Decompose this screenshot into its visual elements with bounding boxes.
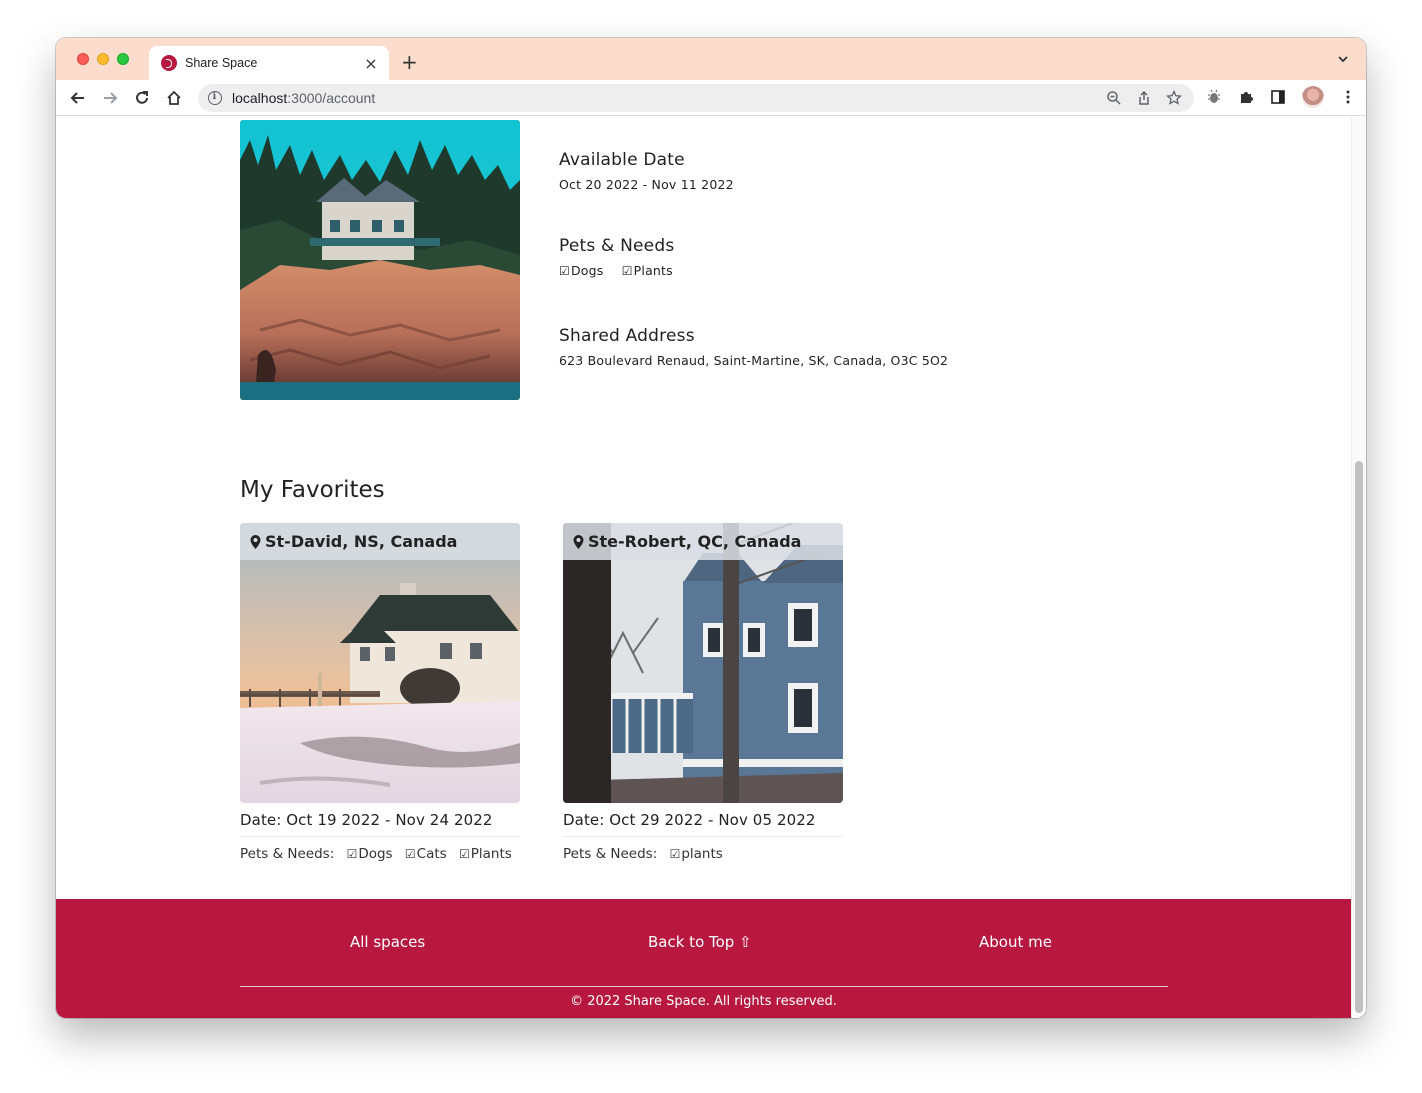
reload-button[interactable] xyxy=(130,86,154,110)
favorite-card[interactable]: St-David, NS, Canada Date: Oct 19 2022 -… xyxy=(240,523,520,862)
chevron-down-icon[interactable] xyxy=(1336,52,1350,66)
need-label: Cats xyxy=(416,846,447,862)
pets-needs-heading: Pets & Needs xyxy=(559,236,675,256)
copyright-text: © 2022 Share Space. All rights reserved. xyxy=(570,994,837,1009)
more-menu-icon[interactable] xyxy=(1340,89,1356,105)
location-label: Ste-Robert, QC, Canada xyxy=(588,532,802,551)
bug-extension-icon[interactable] xyxy=(1206,89,1222,105)
page-scrollbar[interactable] xyxy=(1351,117,1366,1018)
side-panel-icon[interactable] xyxy=(1270,89,1286,105)
browser-window: Share Space × + localhost:3000/account xyxy=(56,38,1366,1018)
site-info-icon[interactable] xyxy=(208,91,222,105)
footer-divider xyxy=(240,986,1168,987)
maximize-window-button[interactable] xyxy=(117,53,129,65)
tab-title: Share Space xyxy=(185,56,258,70)
need-label: Dogs xyxy=(358,846,393,862)
site-footer: All spaces Back to Top ⇧ About me © 2022… xyxy=(56,899,1351,1018)
address-bar[interactable]: localhost:3000/account xyxy=(198,84,1194,112)
back-button[interactable] xyxy=(66,86,90,110)
url-text[interactable]: localhost:3000/account xyxy=(232,90,1106,106)
needs-label: Pets & Needs: xyxy=(563,846,658,862)
share-icon[interactable] xyxy=(1136,90,1152,106)
tab-close-icon[interactable]: × xyxy=(361,54,381,73)
map-pin-icon xyxy=(573,534,584,549)
favorite-needs: Pets & Needs: ☑plants xyxy=(563,846,843,862)
available-date-heading: Available Date xyxy=(559,150,685,170)
need-tag-plants: ☑Plants xyxy=(459,846,512,862)
tab-bar: Share Space × + xyxy=(56,38,1366,80)
footer-link-back-to-top[interactable]: Back to Top ⇧ xyxy=(648,933,752,951)
need-label: plants xyxy=(681,846,723,862)
need-tag-cats: ☑Cats xyxy=(405,846,447,862)
favorite-photo[interactable]: St-David, NS, Canada xyxy=(240,523,520,803)
pets-needs-section: Pets & Needs ☑Dogs ☑Plants xyxy=(559,236,687,278)
check-circle-icon: ☑ xyxy=(621,264,633,278)
need-label: Plants xyxy=(470,846,512,862)
favicon-icon xyxy=(161,55,177,71)
new-tab-button[interactable]: + xyxy=(401,50,418,74)
listing-photo xyxy=(240,120,520,400)
favorite-needs: Pets & Needs: ☑Dogs ☑Cats ☑Plants xyxy=(240,846,520,862)
shared-address-value: 623 Boulevard Renaud, Saint-Martine, SK,… xyxy=(559,353,949,368)
favorite-card[interactable]: Ste-Robert, QC, Canada Date: Oct 29 2022… xyxy=(563,523,843,862)
scrollbar-thumb[interactable] xyxy=(1355,461,1363,1013)
footer-link-all-spaces[interactable]: All spaces xyxy=(350,933,425,951)
extensions-puzzle-icon[interactable] xyxy=(1238,89,1254,105)
winter-house-image xyxy=(240,523,520,803)
home-button[interactable] xyxy=(162,86,186,110)
footer-link-about-me[interactable]: About me xyxy=(979,933,1052,951)
check-circle-icon: ☑ xyxy=(458,847,470,861)
account-page: Available Date Oct 20 2022 - Nov 11 2022… xyxy=(56,117,1351,1018)
needs-label: Pets & Needs: xyxy=(240,846,335,862)
available-date-value: Oct 20 2022 - Nov 11 2022 xyxy=(559,177,734,192)
pet-label: Dogs xyxy=(570,263,604,278)
arrow-left-icon xyxy=(70,92,84,104)
url-path: :3000/account xyxy=(287,90,376,106)
island-house-image xyxy=(240,120,520,400)
pet-label: Plants xyxy=(633,263,673,278)
tab-share-space[interactable]: Share Space × xyxy=(149,46,389,80)
favorites-heading: My Favorites xyxy=(240,477,385,503)
home-icon xyxy=(167,90,181,105)
browser-toolbar: localhost:3000/account xyxy=(56,80,1366,116)
favorite-photo[interactable]: Ste-Robert, QC, Canada xyxy=(563,523,843,803)
profile-avatar[interactable] xyxy=(1302,86,1324,108)
page-viewport: Available Date Oct 20 2022 - Nov 11 2022… xyxy=(56,117,1366,1018)
check-circle-icon: ☑ xyxy=(559,264,570,278)
favorite-location: St-David, NS, Canada xyxy=(240,523,520,560)
close-window-button[interactable] xyxy=(77,53,89,65)
forward-button[interactable] xyxy=(98,86,122,110)
pet-tag-plants: ☑Plants xyxy=(622,263,673,278)
shared-address-heading: Shared Address xyxy=(559,326,695,346)
need-tag-dogs: ☑Dogs xyxy=(347,846,393,862)
check-circle-icon: ☑ xyxy=(346,847,358,861)
minimize-window-button[interactable] xyxy=(97,53,109,65)
pet-tag-dogs: ☑Dogs xyxy=(559,263,604,278)
victorian-house-image xyxy=(563,523,843,803)
need-tag-plants: ☑plants xyxy=(670,846,723,862)
bookmark-star-icon[interactable] xyxy=(1166,90,1182,106)
check-circle-icon: ☑ xyxy=(404,847,416,861)
check-circle-icon: ☑ xyxy=(669,847,681,861)
shared-address-section: Shared Address 623 Boulevard Renaud, Sai… xyxy=(559,326,948,368)
favorite-location: Ste-Robert, QC, Canada xyxy=(563,523,843,560)
location-label: St-David, NS, Canada xyxy=(265,532,458,551)
zoom-icon[interactable] xyxy=(1106,90,1122,106)
url-host: localhost xyxy=(232,90,288,106)
reload-icon xyxy=(136,91,148,104)
favorite-date: Date: Oct 29 2022 - Nov 05 2022 xyxy=(563,811,843,837)
map-pin-icon xyxy=(250,534,261,549)
arrow-right-icon xyxy=(104,92,118,104)
available-date-section: Available Date Oct 20 2022 - Nov 11 2022 xyxy=(559,150,734,192)
favorite-date: Date: Oct 19 2022 - Nov 24 2022 xyxy=(240,811,520,837)
